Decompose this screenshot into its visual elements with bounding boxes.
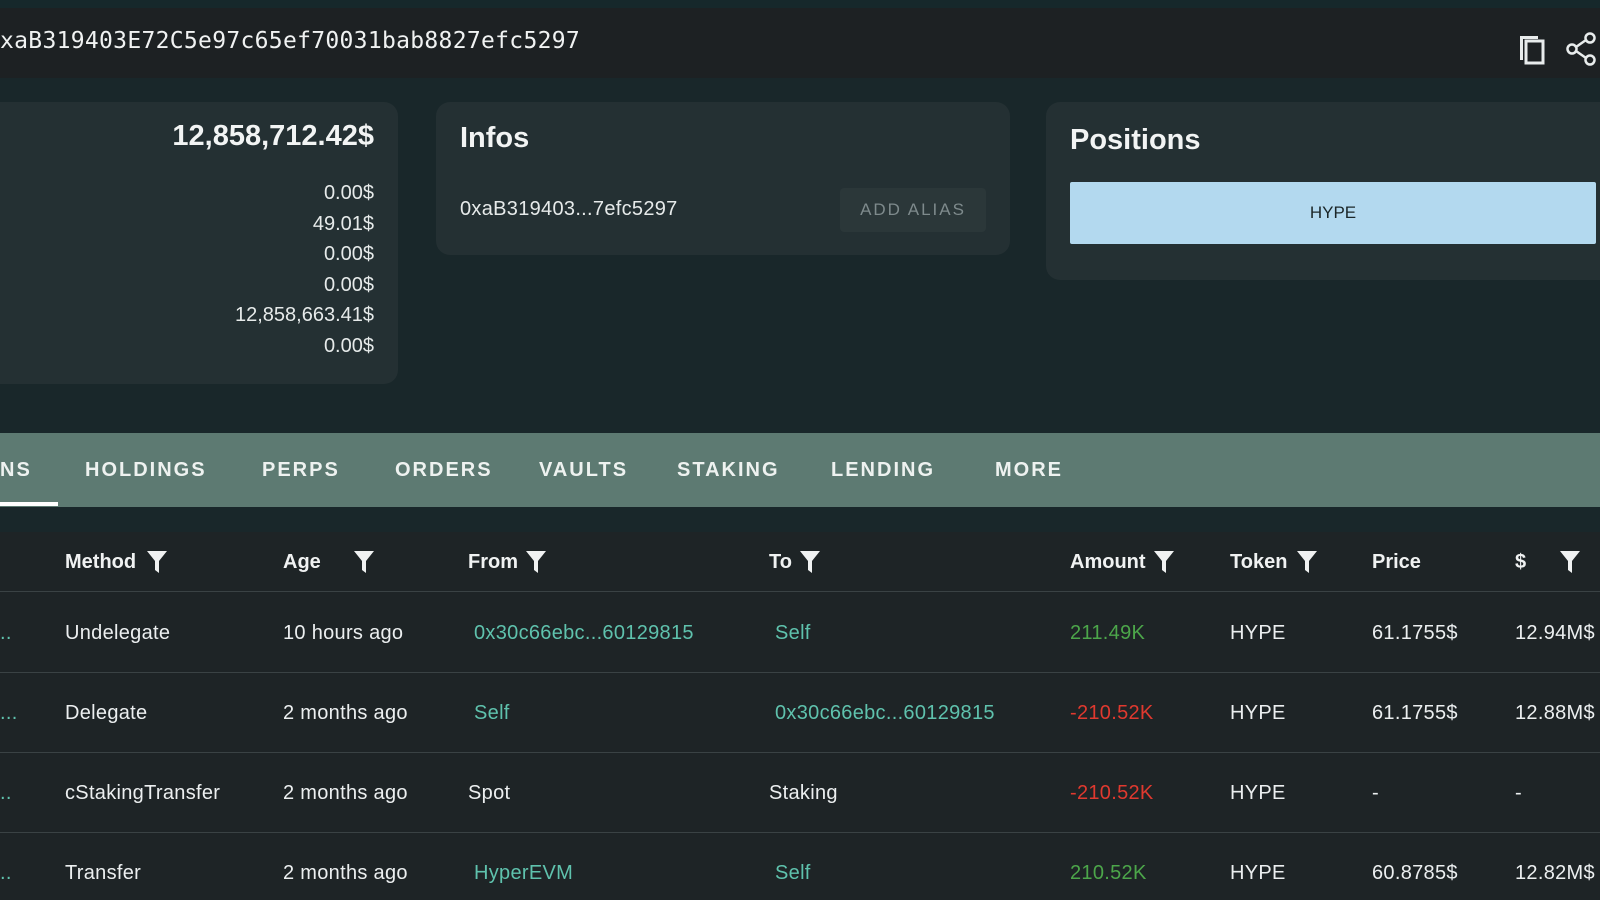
address-bar: xaB319403E72C5e97c65ef70031bab8827efc529…	[0, 0, 1600, 78]
tab-transactions[interactable]: NS	[0, 433, 32, 507]
cell-from-link[interactable]: Self	[474, 673, 510, 753]
transactions-table: Method Age From To Amount Token Price $ …	[0, 532, 1600, 900]
balance-line: 0.00$	[323, 273, 374, 296]
balance-line: 49.01$	[312, 212, 374, 235]
tab-orders[interactable]: ORDERS	[395, 433, 493, 507]
cell-amount: -210.52K	[1070, 702, 1154, 724]
cell-price: -	[1372, 782, 1379, 804]
balance-total: 12,858,712.42$	[172, 120, 374, 152]
balance-breakdown: 0.00$ 49.01$ 0.00$ 0.00$ 12,858,663.41$ …	[235, 178, 374, 361]
cell-age: 2 months ago	[283, 862, 408, 884]
copy-icon[interactable]	[1514, 32, 1548, 66]
cell-token: HYPE	[1230, 622, 1286, 644]
tx-hash-link[interactable]: ..	[0, 593, 12, 673]
cell-token: HYPE	[1230, 862, 1286, 884]
cell-usd: 12.88M$	[1515, 702, 1595, 724]
cell-usd: -	[1515, 782, 1522, 804]
tx-hash-link[interactable]: ..	[0, 753, 12, 833]
tab-vaults[interactable]: VAULTS	[539, 433, 628, 507]
table-row: .. Undelegate 10 hours ago 0x30c66ebc...…	[0, 593, 1600, 673]
cell-usd: 12.94M$	[1515, 622, 1595, 644]
column-to: To	[769, 551, 792, 573]
filter-icon[interactable]	[1559, 550, 1581, 574]
cell-amount: 210.52K	[1070, 862, 1147, 884]
filter-icon[interactable]	[525, 550, 547, 574]
cell-age: 2 months ago	[283, 702, 408, 724]
column-age: Age	[283, 551, 321, 573]
cell-to-link[interactable]: Self	[775, 593, 811, 673]
infos-card: Infos 0xaB319403...7efc5297 ADD ALIAS	[436, 102, 1010, 255]
cell-price: 61.1755$	[1372, 622, 1458, 644]
cell-from: Spot	[468, 782, 511, 804]
balance-card: 12,858,712.42$ 0.00$ 49.01$ 0.00$ 0.00$ …	[0, 102, 398, 384]
cell-to: Staking	[769, 782, 838, 804]
cell-token: HYPE	[1230, 782, 1286, 804]
column-price: Price	[1372, 551, 1421, 573]
cell-price: 60.8785$	[1372, 862, 1458, 884]
balance-line: 0.00$	[323, 243, 374, 265]
position-hype-button[interactable]: HYPE	[1070, 182, 1596, 244]
cell-amount: -210.52K	[1070, 782, 1154, 804]
cell-to-link[interactable]: Self	[775, 833, 811, 900]
active-tab-indicator	[0, 502, 58, 506]
column-from: From	[468, 551, 518, 573]
positions-card: Positions HYPE	[1046, 102, 1600, 280]
filter-icon[interactable]	[1153, 550, 1175, 574]
balance-line: 0.00$	[323, 182, 374, 204]
column-method: Method	[65, 551, 137, 573]
table-header: Method Age From To Amount Token Price $	[0, 532, 1600, 592]
tab-more[interactable]: MORE	[995, 433, 1063, 507]
cell-token: HYPE	[1230, 702, 1286, 724]
column-amount: Amount	[1070, 551, 1146, 573]
cell-method: Undelegate	[65, 622, 171, 644]
filter-icon[interactable]	[799, 550, 821, 574]
table-row: .. Transfer 2 months ago HyperEVM Self 2…	[0, 833, 1600, 900]
tab-perps[interactable]: PERPS	[262, 433, 340, 507]
share-icon[interactable]	[1565, 32, 1599, 66]
filter-icon[interactable]	[146, 550, 168, 574]
wallet-address: xaB319403E72C5e97c65ef70031bab8827efc529…	[0, 28, 581, 54]
cell-usd: 12.82M$	[1515, 862, 1595, 884]
tabs-bar: NS HOLDINGS PERPS ORDERS VAULTS STAKING …	[0, 433, 1600, 507]
cell-age: 10 hours ago	[283, 622, 404, 644]
tab-staking[interactable]: STAKING	[677, 433, 780, 507]
cell-amount: 211.49K	[1070, 622, 1146, 644]
tab-holdings[interactable]: HOLDINGS	[85, 433, 207, 507]
cell-method: cStakingTransfer	[65, 782, 221, 804]
balance-line: 0.00$	[323, 334, 374, 357]
add-alias-button[interactable]: ADD ALIAS	[840, 188, 986, 232]
tx-hash-link[interactable]: ..	[0, 833, 12, 900]
filter-icon[interactable]	[1296, 550, 1318, 574]
table-row: .. cStakingTransfer 2 months ago Spot St…	[0, 753, 1600, 833]
table-row: ... Delegate 2 months ago Self 0x30c66eb…	[0, 673, 1600, 753]
cell-method: Delegate	[65, 702, 148, 724]
infos-address: 0xaB319403...7efc5297	[460, 198, 678, 220]
infos-title: Infos	[460, 122, 530, 154]
tx-hash-link[interactable]: ...	[0, 673, 18, 753]
tab-lending[interactable]: LENDING	[831, 433, 935, 507]
cell-age: 2 months ago	[283, 782, 408, 804]
cell-to-link[interactable]: 0x30c66ebc...60129815	[775, 673, 995, 753]
cell-price: 61.1755$	[1372, 702, 1458, 724]
cell-from-link[interactable]: 0x30c66ebc...60129815	[474, 593, 694, 673]
balance-line: 12,858,663.41$	[234, 304, 374, 326]
filter-icon[interactable]	[353, 550, 375, 574]
cell-method: Transfer	[65, 862, 142, 884]
cell-from-link[interactable]: HyperEVM	[474, 833, 573, 900]
column-usd: $	[1515, 551, 1527, 573]
column-token: Token	[1230, 551, 1288, 573]
positions-title: Positions	[1070, 124, 1201, 156]
